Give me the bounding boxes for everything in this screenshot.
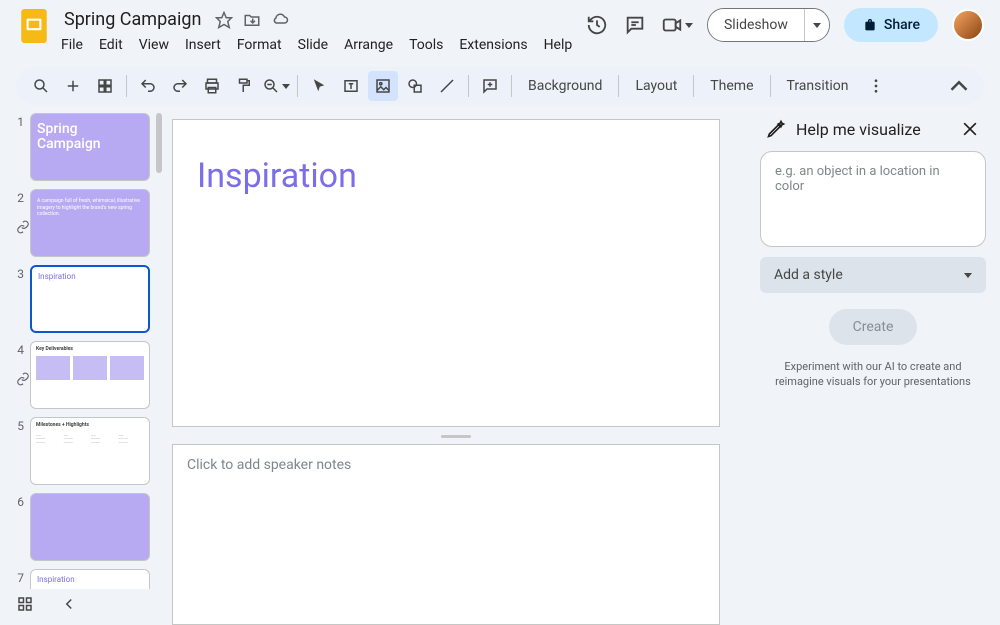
menu-format[interactable]: Format: [230, 33, 289, 57]
zoom-icon[interactable]: [261, 71, 291, 101]
slide-number: 1: [14, 113, 24, 129]
menu-help[interactable]: Help: [537, 33, 580, 57]
link-icon: [16, 219, 30, 238]
menubar: File Edit View Insert Format Slide Arran…: [54, 33, 585, 57]
sidepanel-title: Help me visualize: [796, 120, 950, 139]
slide-thumb-7[interactable]: Inspiration: [30, 569, 150, 589]
style-label: Add a style: [774, 267, 843, 283]
redo-icon[interactable]: [165, 71, 195, 101]
slide-number: 2: [14, 189, 24, 205]
menu-edit[interactable]: Edit: [92, 33, 130, 57]
slide-number: 3: [14, 265, 24, 281]
menu-slide[interactable]: Slide: [291, 33, 335, 57]
share-label: Share: [884, 17, 920, 33]
thumb-heading: Milestones + Highlights: [31, 418, 149, 434]
theme-button[interactable]: Theme: [700, 78, 763, 94]
menu-tools[interactable]: Tools: [402, 33, 450, 57]
comments-icon[interactable]: [623, 13, 647, 37]
slide-number: 4: [14, 341, 24, 357]
slide-number: 6: [14, 493, 24, 509]
help-visualize-panel: Help me visualize e.g. an object in a lo…: [752, 105, 1000, 625]
slide-thumb-4[interactable]: Key Deliverables: [30, 341, 150, 409]
comment-add-icon[interactable]: [475, 71, 505, 101]
history-icon[interactable]: [585, 13, 609, 37]
slide-thumb-1[interactable]: Spring Campaign: [30, 113, 150, 181]
chevron-down-icon: [813, 23, 821, 28]
sidepanel-hint: Experiment with our AI to create and rei…: [760, 359, 986, 390]
paint-format-icon[interactable]: [229, 71, 259, 101]
avatar[interactable]: [952, 9, 984, 41]
visualize-prompt-input[interactable]: e.g. an object in a location in color: [760, 151, 986, 247]
more-icon[interactable]: [861, 71, 891, 101]
close-icon[interactable]: [960, 119, 980, 139]
chevron-down-icon: [964, 273, 972, 278]
link-icon: [16, 371, 30, 390]
slide-number: 5: [14, 417, 24, 433]
slide-heading[interactable]: Inspiration: [197, 156, 695, 196]
toolbar: Background Layout Theme Transition: [16, 67, 984, 105]
filmstrip: 1 Spring Campaign 2 A campaign full of f…: [0, 105, 164, 625]
background-button[interactable]: Background: [518, 78, 612, 94]
slide-canvas[interactable]: Inspiration: [172, 119, 720, 427]
slide-thumb-2[interactable]: A campaign full of fresh, whimsical, ill…: [30, 189, 150, 257]
thumb-heading: Inspiration: [31, 570, 149, 589]
collapse-toolbar-icon[interactable]: [944, 71, 974, 101]
image-icon[interactable]: [368, 71, 398, 101]
menu-extensions[interactable]: Extensions: [452, 33, 534, 57]
thumb-title: Spring Campaign: [31, 114, 149, 161]
menu-arrange[interactable]: Arrange: [337, 33, 400, 57]
slide-number: 7: [14, 569, 24, 585]
slideshow-button[interactable]: Slideshow: [708, 9, 805, 41]
thumb-heading: Inspiration: [32, 267, 148, 286]
doc-title[interactable]: Spring Campaign: [60, 8, 205, 31]
chevron-down-icon: [282, 84, 290, 89]
meet-button[interactable]: [661, 14, 693, 36]
menu-insert[interactable]: Insert: [178, 33, 228, 57]
notes-resize-handle[interactable]: [441, 435, 471, 438]
slide-thumb-5[interactable]: Milestones + Highlights ————————————————…: [30, 417, 150, 485]
thumb-desc: A campaign full of fresh, whimsical, ill…: [31, 190, 149, 226]
slideshow-dropdown[interactable]: [805, 9, 829, 41]
speaker-notes[interactable]: Click to add speaker notes: [172, 444, 720, 625]
transition-button[interactable]: Transition: [777, 78, 859, 94]
shape-icon[interactable]: [400, 71, 430, 101]
slide-thumb-6[interactable]: [30, 493, 150, 561]
chevron-down-icon: [685, 23, 693, 28]
thumb-heading: Key Deliverables: [31, 342, 149, 354]
menu-file[interactable]: File: [54, 33, 90, 57]
new-slide-icon[interactable]: [58, 71, 88, 101]
menu-view[interactable]: View: [132, 33, 176, 57]
create-button: Create: [829, 309, 918, 345]
move-folder-icon[interactable]: [243, 11, 261, 29]
print-icon[interactable]: [197, 71, 227, 101]
grid-view-icon[interactable]: [14, 593, 36, 615]
templates-icon[interactable]: [90, 71, 120, 101]
select-tool-icon[interactable]: [304, 71, 334, 101]
search-icon[interactable]: [26, 71, 56, 101]
style-dropdown[interactable]: Add a style: [760, 257, 986, 293]
line-icon[interactable]: [432, 71, 462, 101]
slideshow-group: Slideshow: [707, 8, 830, 42]
share-button[interactable]: Share: [844, 8, 938, 42]
chevron-left-icon[interactable]: [58, 593, 80, 615]
layout-button[interactable]: Layout: [625, 78, 687, 94]
pencil-spark-icon: [766, 119, 786, 139]
undo-icon[interactable]: [133, 71, 163, 101]
slides-logo[interactable]: [16, 8, 52, 44]
textbox-icon[interactable]: [336, 71, 366, 101]
slide-thumb-3[interactable]: Inspiration: [30, 265, 150, 333]
star-icon[interactable]: [215, 11, 233, 29]
cloud-status-icon[interactable]: [271, 11, 289, 29]
